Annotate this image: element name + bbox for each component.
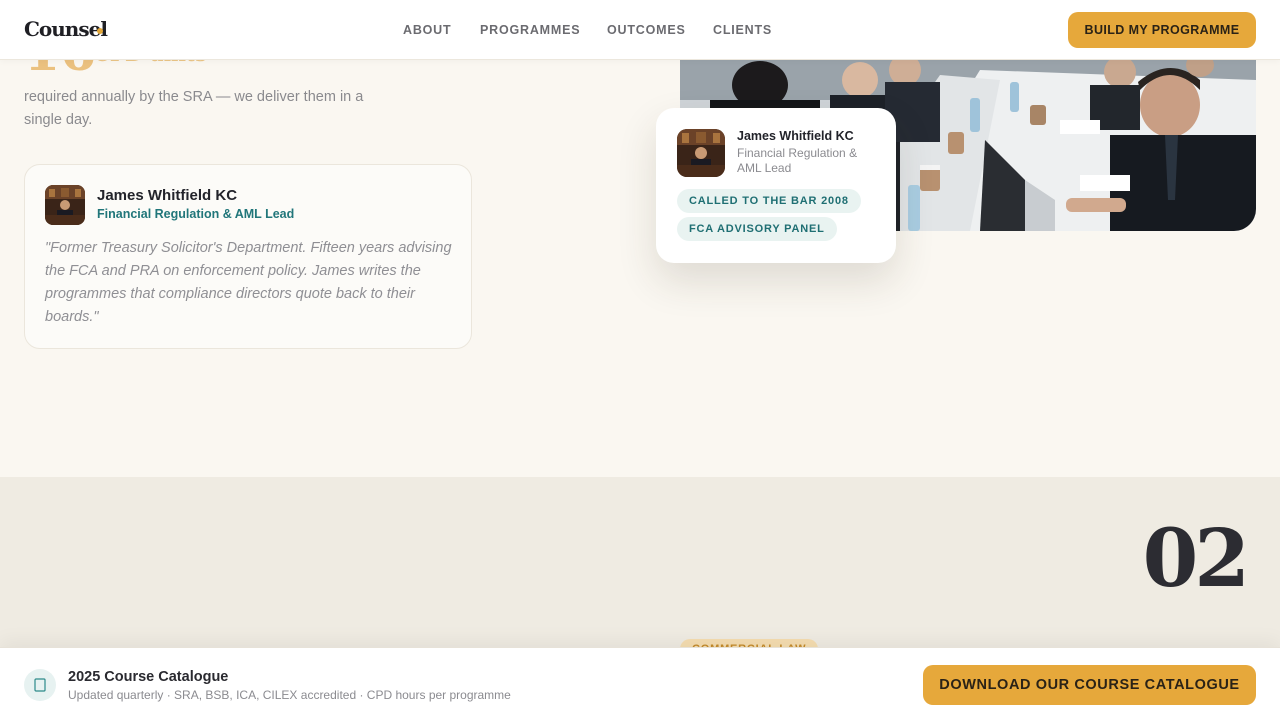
testimonial-quote: "Former Treasury Solicitor's Department.… [45, 240, 452, 325]
testimonial-card: James Whitfield KC Financial Regulation … [24, 164, 472, 349]
catalogue-subtitle: Updated quarterly · SRA, BSB, ICA, CILEX… [68, 688, 511, 702]
profile-role: Financial Regulation & AML Lead [737, 146, 858, 175]
stat-description: required annually by the SRA — we delive… [24, 89, 364, 128]
nav-link-programmes[interactable]: PROGRAMMES [480, 23, 580, 37]
profile-card: James Whitfield KC Financial Regulation … [656, 108, 896, 263]
avatar [45, 185, 85, 225]
testimonial-role: Financial Regulation & AML Lead [97, 207, 295, 221]
profile-name: James Whitfield KC [737, 129, 854, 143]
document-icon [24, 669, 56, 701]
build-programme-button[interactable]: BUILD MY PROGRAMME [1068, 12, 1256, 48]
logo[interactable]: Counsel [24, 17, 108, 41]
avatar [677, 129, 725, 177]
catalogue-bar: 2025 Course Catalogue Updated quarterly … [0, 647, 1280, 720]
catalogue-title: 2025 Course Catalogue [68, 669, 229, 685]
download-catalogue-button[interactable]: DOWNLOAD OUR COURSE CATALOGUE [923, 665, 1256, 705]
nav-link-clients[interactable]: CLIENTS [713, 23, 772, 37]
testimonial-name: James Whitfield KC [97, 187, 238, 204]
logo-dot [97, 28, 103, 34]
badge-called-to-bar: CALLED TO THE BAR 2008 [677, 189, 861, 213]
nav-link-about[interactable]: ABOUT [403, 23, 451, 37]
top-nav: Counsel ABOUT PROGRAMMES OUTCOMES CLIENT… [0, 0, 1280, 60]
badge-fca-panel: FCA ADVISORY PANEL [677, 217, 837, 241]
section-number: 02 [1142, 511, 1250, 605]
nav-link-outcomes[interactable]: OUTCOMES [607, 23, 686, 37]
